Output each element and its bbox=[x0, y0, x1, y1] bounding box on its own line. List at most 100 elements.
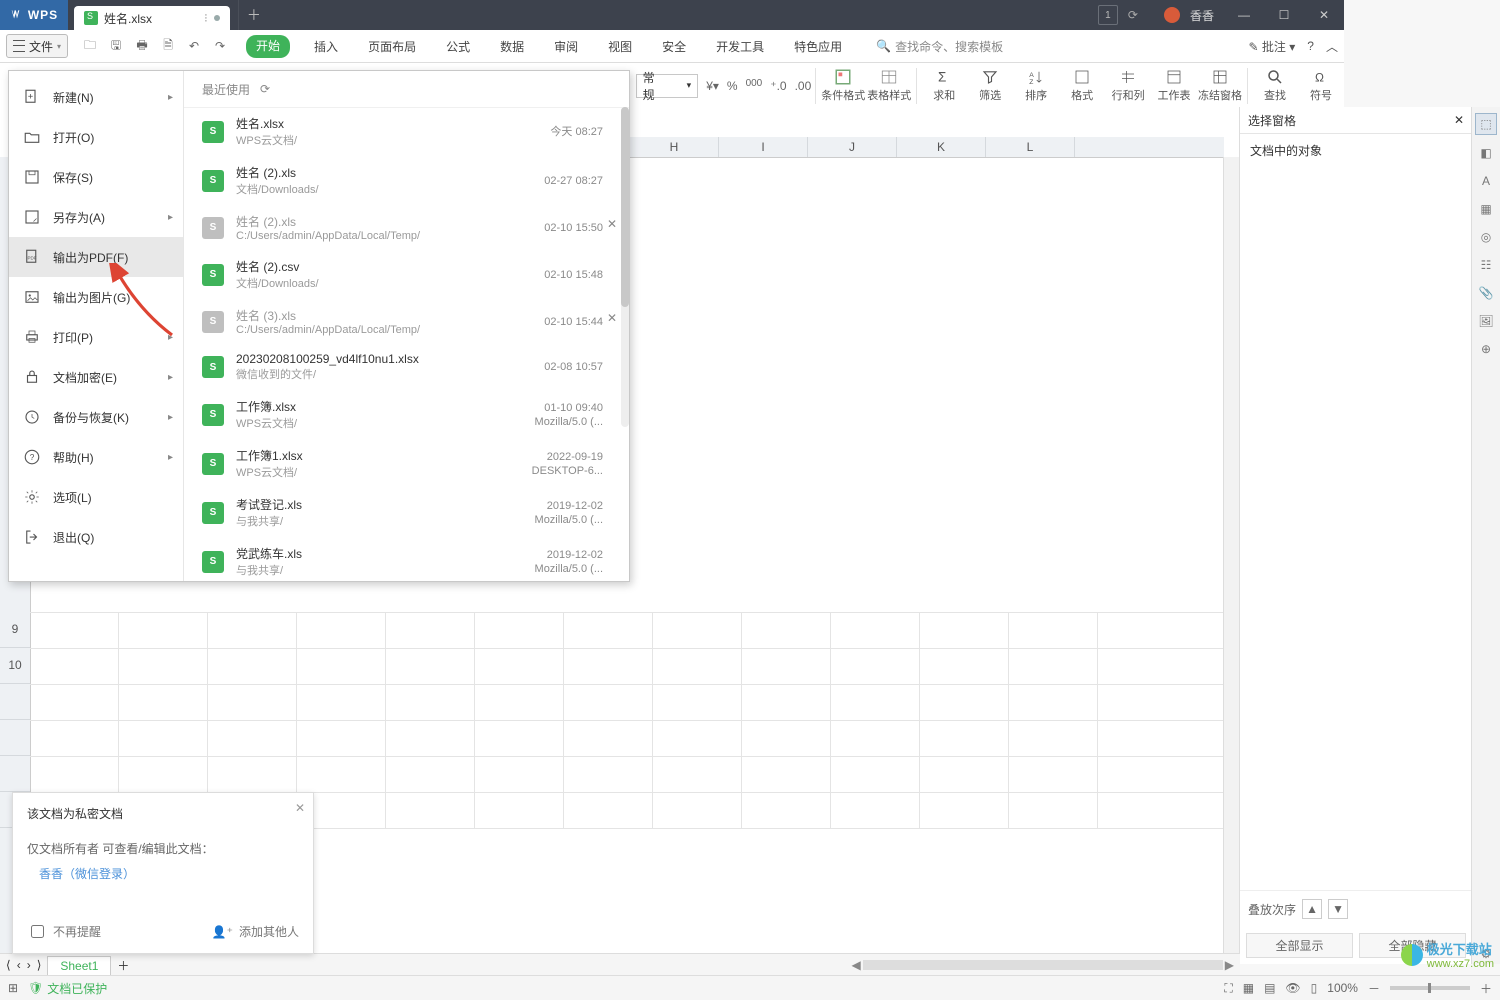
file-menu-exit[interactable]: 退出(Q) bbox=[9, 517, 183, 557]
style-icon[interactable]: ◧ bbox=[1476, 143, 1496, 163]
number-format-combo[interactable]: 常规▾ bbox=[636, 74, 699, 98]
file-menu-pdf[interactable]: PDF输出为PDF(F) bbox=[9, 237, 183, 277]
vertical-scrollbar[interactable] bbox=[1223, 157, 1240, 964]
view-split-icon[interactable]: ▯ bbox=[1311, 981, 1318, 995]
tab-menu-icon[interactable]: ⁝ bbox=[204, 11, 208, 25]
hscroll-left[interactable]: ◀ bbox=[852, 958, 861, 972]
view-normal-icon[interactable]: ▦ bbox=[1243, 981, 1254, 995]
preview-icon[interactable]: 🗎 bbox=[160, 38, 176, 54]
document-tab[interactable]: 姓名.xlsx ⁝ bbox=[74, 6, 230, 30]
close-button[interactable]: ✕ bbox=[1304, 0, 1344, 30]
save-icon[interactable]: 🖫 bbox=[108, 38, 124, 54]
horizontal-scrollbar[interactable] bbox=[863, 960, 1223, 970]
zoom-value[interactable]: 100% bbox=[1327, 981, 1358, 995]
file-menu-open[interactable]: 打开(O) bbox=[9, 117, 183, 157]
popup-close-icon[interactable]: ✕ bbox=[295, 801, 305, 815]
print-icon[interactable]: 🖶 bbox=[134, 38, 150, 54]
tab-layout[interactable]: 页面布局 bbox=[362, 35, 422, 58]
sum-button[interactable]: Σ求和 bbox=[921, 65, 967, 107]
symbol-button[interactable]: Ω符号 bbox=[1298, 65, 1344, 107]
file-menu-img[interactable]: 输出为图片(G) bbox=[9, 277, 183, 317]
sheet-button[interactable]: 工作表 bbox=[1151, 65, 1197, 107]
show-all-button[interactable]: 全部显示 bbox=[1246, 933, 1353, 958]
sheet-ops-icon[interactable]: ⊞ bbox=[8, 981, 18, 995]
cond-format-button[interactable]: 条件格式 bbox=[820, 65, 866, 107]
tab-devtools[interactable]: 开发工具 bbox=[710, 35, 770, 58]
recent-file-row[interactable]: S姓名 (2).xls文档/Downloads/02-27 08:27 bbox=[184, 156, 621, 205]
user-name[interactable]: 香香 bbox=[1190, 7, 1214, 24]
send-backward-icon[interactable]: ▼ bbox=[1328, 899, 1348, 919]
tab-features[interactable]: 特色应用 bbox=[788, 35, 848, 58]
select-tool-icon[interactable]: ⬚ bbox=[1475, 113, 1497, 135]
file-menu-new[interactable]: 新建(N)▸ bbox=[9, 77, 183, 117]
zoom-out-icon[interactable]: － bbox=[1368, 980, 1380, 997]
recent-file-row[interactable]: S考试登记.xls与我共享/2019-12-02Mozilla/5.0 (... bbox=[184, 488, 621, 537]
rowcol-button[interactable]: 行和列 bbox=[1105, 65, 1151, 107]
sort-button[interactable]: AZ排序 bbox=[1013, 65, 1059, 107]
image-icon[interactable]: 🖼 bbox=[1476, 311, 1496, 331]
column-headers[interactable]: HIJKL bbox=[630, 137, 1224, 158]
backup-icon[interactable]: ◎ bbox=[1476, 227, 1496, 247]
annotate-button[interactable]: ✎ 批注 ▾ bbox=[1249, 38, 1296, 55]
add-others-button[interactable]: 👤⁺添加其他人 bbox=[212, 923, 299, 940]
undo-icon[interactable]: ↶ bbox=[186, 38, 202, 54]
collapse-ribbon-icon[interactable]: ︿ bbox=[1326, 38, 1338, 55]
file-menu-save[interactable]: 保存(S) bbox=[9, 157, 183, 197]
clip-icon[interactable]: 📎 bbox=[1476, 283, 1496, 303]
no-remind-checkbox[interactable]: 不再提醒 bbox=[27, 922, 101, 941]
tab-view[interactable]: 视图 bbox=[602, 35, 638, 58]
tab-start[interactable]: 开始 bbox=[246, 35, 290, 58]
window-mode-icon[interactable]: 1 bbox=[1098, 5, 1118, 25]
format-button[interactable]: 格式 bbox=[1059, 65, 1105, 107]
next-sheet-icon[interactable]: › bbox=[27, 958, 31, 972]
redo-icon[interactable]: ↷ bbox=[212, 38, 228, 54]
file-menu-encrypt[interactable]: 文档加密(E)▸ bbox=[9, 357, 183, 397]
view-page-icon[interactable]: ▤ bbox=[1264, 981, 1275, 995]
thousands-icon[interactable]: 000 bbox=[746, 78, 763, 94]
new-tab-button[interactable]: ＋ bbox=[238, 0, 269, 30]
remove-recent-icon[interactable]: ✕ bbox=[607, 311, 621, 325]
recent-file-row[interactable]: S工作簿.xlsxWPS云文档/01-10 09:40Mozilla/5.0 (… bbox=[184, 390, 621, 439]
view-reading-icon[interactable]: 👁 bbox=[1285, 981, 1300, 995]
open-icon[interactable]: 🗀 bbox=[82, 38, 98, 54]
recent-file-row[interactable]: S姓名.xlsxWPS云文档/今天 08:27 bbox=[184, 107, 621, 156]
recent-file-row[interactable]: S姓名 (3).xlsC:/Users/admin/AppData/Local/… bbox=[184, 299, 621, 344]
find-button[interactable]: 查找 bbox=[1252, 65, 1298, 107]
more-icon[interactable]: ⊕ bbox=[1476, 339, 1496, 359]
recent-file-row[interactable]: S姓名 (2).csv文档/Downloads/02-10 15:48 bbox=[184, 250, 621, 299]
recent-file-row[interactable]: S工作簿1.xlsxWPS云文档/2022-09-19DESKTOP-6... bbox=[184, 439, 621, 488]
recent-file-row[interactable]: S姓名 (2).xlsC:/Users/admin/AppData/Local/… bbox=[184, 205, 621, 250]
fullscreen-icon[interactable]: ⛶ bbox=[1224, 981, 1232, 996]
property-icon[interactable]: A bbox=[1476, 171, 1496, 191]
percent-icon[interactable]: % bbox=[727, 79, 738, 93]
minimize-button[interactable]: ― bbox=[1224, 0, 1264, 30]
first-sheet-icon[interactable]: ⟨ bbox=[6, 958, 11, 972]
protected-badge[interactable]: 🛡文档已保护 bbox=[28, 980, 107, 997]
file-menu-print[interactable]: 打印(P)▸ bbox=[9, 317, 183, 357]
help-icon[interactable]: ? bbox=[1307, 39, 1314, 53]
close-panel-icon[interactable]: ✕ bbox=[1454, 113, 1464, 127]
tab-formula[interactable]: 公式 bbox=[440, 35, 476, 58]
table-style-button[interactable]: 表格样式 bbox=[866, 65, 912, 107]
command-search[interactable]: 🔍 查找命令、搜索模板 bbox=[876, 38, 1003, 55]
file-menu-options[interactable]: 选项(L) bbox=[9, 477, 183, 517]
tab-data[interactable]: 数据 bbox=[494, 35, 530, 58]
currency-icon[interactable]: ¥▾ bbox=[706, 79, 719, 93]
recent-file-row[interactable]: S党武练车.xls与我共享/2019-12-02Mozilla/5.0 (... bbox=[184, 537, 621, 581]
filter-button[interactable]: 筛选 bbox=[967, 65, 1013, 107]
prev-sheet-icon[interactable]: ‹ bbox=[17, 958, 21, 972]
maximize-button[interactable]: ☐ bbox=[1264, 0, 1304, 30]
tab-review[interactable]: 审阅 bbox=[548, 35, 584, 58]
table-icon[interactable]: ▦ bbox=[1476, 199, 1496, 219]
dec-dec-icon[interactable]: .00 bbox=[795, 79, 812, 93]
dec-inc-icon[interactable]: ⁺.0 bbox=[770, 79, 786, 93]
remove-recent-icon[interactable]: ✕ bbox=[607, 217, 621, 231]
file-menu-backup[interactable]: 备份与恢复(K)▸ bbox=[9, 397, 183, 437]
last-sheet-icon[interactable]: ⟩ bbox=[37, 958, 42, 972]
wps-logo[interactable]: WPS bbox=[0, 0, 68, 30]
zoom-slider[interactable] bbox=[1390, 986, 1470, 990]
chart-icon[interactable]: ☷ bbox=[1476, 255, 1496, 275]
freeze-button[interactable]: 冻结窗格 bbox=[1197, 65, 1243, 107]
sheet-tab[interactable]: Sheet1 bbox=[47, 956, 111, 975]
bring-forward-icon[interactable]: ▲ bbox=[1302, 899, 1322, 919]
